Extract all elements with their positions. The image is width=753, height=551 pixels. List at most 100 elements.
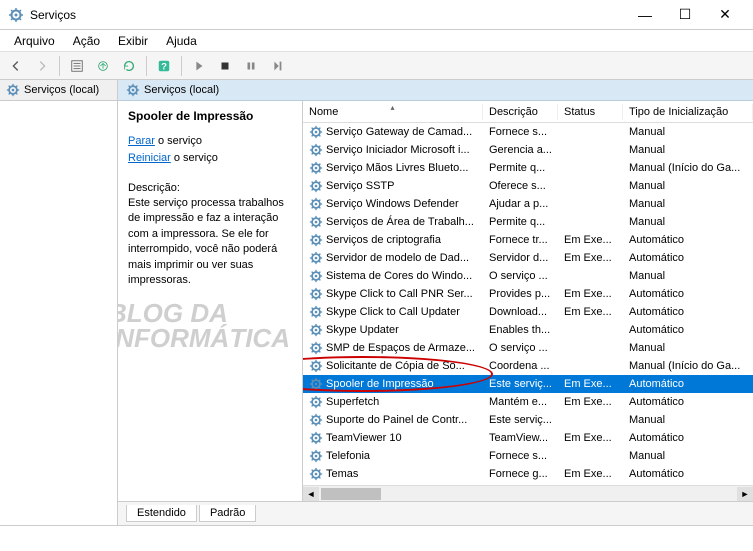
cell-tipo: Manual: [623, 180, 753, 192]
service-icon: [309, 179, 323, 193]
props-button[interactable]: [65, 54, 89, 78]
cell-status: Em Exe...: [558, 468, 623, 480]
table-row[interactable]: Serviços de criptografia Fornece tr... E…: [303, 231, 753, 249]
table-row[interactable]: Telefonia Fornece s... Manual: [303, 447, 753, 465]
cell-descricao: Permite q...: [483, 162, 558, 174]
tab-standard[interactable]: Padrão: [199, 505, 256, 522]
stop-button[interactable]: [213, 54, 237, 78]
service-icon: [309, 467, 323, 481]
scroll-left-icon[interactable]: ◄: [303, 487, 319, 501]
table-row[interactable]: Serviço Gateway de Camad... Fornece s...…: [303, 123, 753, 141]
cell-descricao: Gerencia a...: [483, 144, 558, 156]
play-button[interactable]: [187, 54, 211, 78]
service-icon: [309, 143, 323, 157]
table-row[interactable]: Solicitante de Cópia de So... Coordena .…: [303, 357, 753, 375]
cell-descricao: Coordena ...: [483, 360, 558, 372]
service-icon: [309, 359, 323, 373]
restart-button[interactable]: [265, 54, 289, 78]
minimize-button[interactable]: —: [625, 1, 665, 29]
cell-tipo: Manual: [623, 414, 753, 426]
table-row[interactable]: Spooler de Impressão Este serviç... Em E…: [303, 375, 753, 393]
menu-help[interactable]: Ajuda: [158, 32, 205, 50]
restart-link[interactable]: Reiniciar: [128, 152, 171, 164]
table-row[interactable]: Suporte do Painel de Contr... Este servi…: [303, 411, 753, 429]
export-button[interactable]: [91, 54, 115, 78]
service-icon: [309, 125, 323, 139]
cell-descricao: Fornece tr...: [483, 234, 558, 246]
watermark: BLOG DA INFORMÁTICA: [118, 301, 303, 350]
table-row[interactable]: Skype Click to Call PNR Ser... Provides …: [303, 285, 753, 303]
cell-descricao: O serviço ...: [483, 342, 558, 354]
menu-file[interactable]: Arquivo: [6, 32, 63, 50]
cell-nome: Skype Updater: [326, 324, 399, 336]
cell-descricao: Fornece g...: [483, 468, 558, 480]
close-button[interactable]: ✕: [705, 1, 745, 29]
cell-tipo: Manual: [623, 342, 753, 354]
table-row[interactable]: Servidor de modelo de Dad... Servidor d.…: [303, 249, 753, 267]
nav-tree: Serviços (local): [0, 80, 118, 525]
scroll-right-icon[interactable]: ►: [737, 487, 753, 501]
refresh-button[interactable]: [117, 54, 141, 78]
cell-tipo: Automático: [623, 396, 753, 408]
cell-descricao: Provides p...: [483, 288, 558, 300]
table-row[interactable]: Serviço Windows Defender Ajudar a p... M…: [303, 195, 753, 213]
col-status[interactable]: Status: [558, 104, 623, 120]
table-row[interactable]: Serviço Iniciador Microsoft i... Gerenci…: [303, 141, 753, 159]
cell-descricao: Oferece s...: [483, 180, 558, 192]
nav-item-services-local[interactable]: Serviços (local): [0, 80, 117, 101]
cell-tipo: Automático: [623, 288, 753, 300]
services-icon: [126, 83, 140, 97]
toolbar: ?: [0, 52, 753, 80]
cell-nome: Skype Click to Call PNR Ser...: [326, 288, 473, 300]
cell-tipo: Automático: [623, 324, 753, 336]
col-descricao[interactable]: Descrição: [483, 104, 558, 120]
forward-button[interactable]: [30, 54, 54, 78]
cell-descricao: TeamView...: [483, 432, 558, 444]
table-row[interactable]: SMP de Espaços de Armaze... O serviço ..…: [303, 339, 753, 357]
horizontal-scrollbar[interactable]: ◄ ►: [303, 485, 753, 501]
cell-tipo: Manual: [623, 450, 753, 462]
cell-status: Em Exe...: [558, 432, 623, 444]
cell-descricao: Este serviç...: [483, 414, 558, 426]
cell-nome: Suporte do Painel de Contr...: [326, 414, 467, 426]
table-row[interactable]: Superfetch Mantém e... Em Exe... Automát…: [303, 393, 753, 411]
table-row[interactable]: Serviços de Área de Trabalh... Permite q…: [303, 213, 753, 231]
pause-button[interactable]: [239, 54, 263, 78]
cell-nome: Serviço Windows Defender: [326, 198, 459, 210]
cell-nome: SMP de Espaços de Armaze...: [326, 342, 475, 354]
cell-tipo: Manual: [623, 198, 753, 210]
maximize-button[interactable]: ☐: [665, 1, 705, 29]
menu-action[interactable]: Ação: [65, 32, 108, 50]
col-tipo[interactable]: Tipo de Inicialização: [623, 104, 753, 120]
cell-descricao: Servidor d...: [483, 252, 558, 264]
back-button[interactable]: [4, 54, 28, 78]
services-table: Nome▴ Descrição Status Tipo de Inicializ…: [303, 101, 753, 501]
tab-extended[interactable]: Estendido: [126, 505, 197, 522]
scroll-thumb[interactable]: [321, 488, 381, 500]
table-row[interactable]: Skype Click to Call Updater Download... …: [303, 303, 753, 321]
service-icon: [309, 215, 323, 229]
cell-tipo: Manual: [623, 270, 753, 282]
cell-status: Em Exe...: [558, 306, 623, 318]
table-row[interactable]: Skype Updater Enables th... Automático: [303, 321, 753, 339]
table-row[interactable]: TeamViewer 10 TeamView... Em Exe... Auto…: [303, 429, 753, 447]
table-row[interactable]: Sistema de Cores do Windo... O serviço .…: [303, 267, 753, 285]
menu-view[interactable]: Exibir: [110, 32, 156, 50]
cell-tipo: Automático: [623, 252, 753, 264]
cell-nome: Spooler de Impressão: [326, 378, 434, 390]
service-icon: [309, 269, 323, 283]
table-row[interactable]: Serviço Mãos Livres Blueto... Permite q.…: [303, 159, 753, 177]
cell-status: Em Exe...: [558, 378, 623, 390]
stop-link[interactable]: Parar: [128, 135, 155, 147]
service-icon: [309, 197, 323, 211]
col-nome[interactable]: Nome▴: [303, 104, 483, 120]
cell-nome: Serviço Gateway de Camad...: [326, 126, 472, 138]
menu-bar: Arquivo Ação Exibir Ajuda: [0, 30, 753, 52]
service-icon: [309, 431, 323, 445]
help-button[interactable]: ?: [152, 54, 176, 78]
service-icon: [309, 341, 323, 355]
table-row[interactable]: Temas Fornece g... Em Exe... Automático: [303, 465, 753, 483]
cell-descricao: Fornece s...: [483, 450, 558, 462]
table-row[interactable]: Serviço SSTP Oferece s... Manual: [303, 177, 753, 195]
title-bar: Serviços — ☐ ✕: [0, 0, 753, 30]
